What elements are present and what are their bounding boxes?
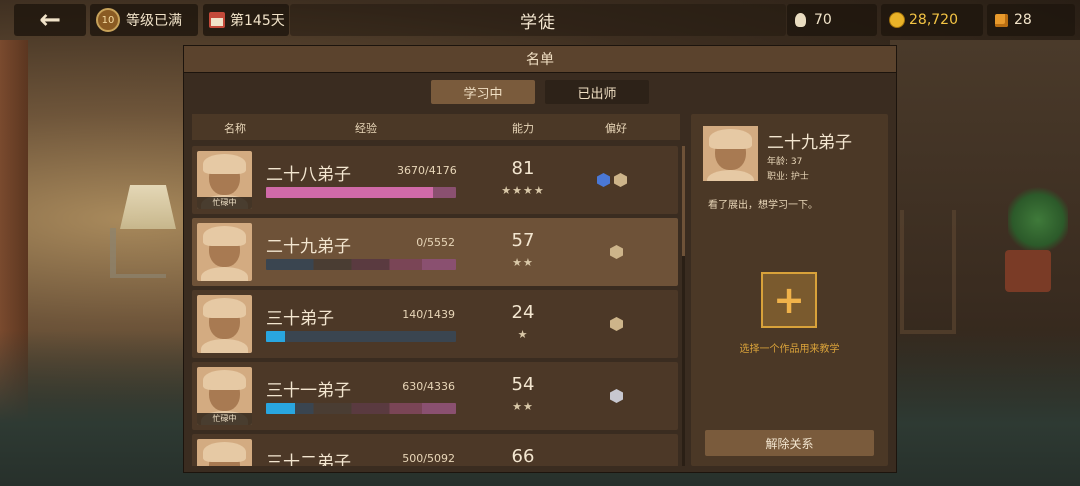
apprentice-panel: 名单 学习中 已出师 名称 经验 能力 偏好 忙碌中 二十八弟子 3670/41… [183,45,897,473]
tab-bar: 学习中 已出师 [431,80,649,104]
level-status: 等级已满 [126,13,182,29]
ability-value: 66 [511,446,535,466]
preference-icons [597,173,627,187]
star-rating: ★★ [512,256,534,269]
apprentice-row[interactable]: 忙碌中 三十一弟子 630/4336 54 ★★ [192,362,678,430]
apprentice-name: 三十一弟子 [266,381,351,401]
gold-hexagon-icon [610,317,623,331]
apprentice-name: 三十弟子 [266,309,334,329]
apprentice-row[interactable]: 三十二弟子 500/5092 66 [192,434,678,466]
blue-hexagon-icon [597,173,610,187]
calendar-icon [209,12,225,28]
page-title-bar: 学徒 [290,4,786,36]
column-exp: 经验 [355,122,377,135]
avatar: 忙碌中 [197,367,252,425]
tab-graduated[interactable]: 已出师 [545,80,649,104]
star-rating: ★★ [512,400,534,413]
exp-bar-fill [266,331,285,342]
column-name: 名称 [224,122,246,135]
page-title: 学徒 [520,12,556,33]
apprentice-detail: 二十九弟子 年龄: 37 职业: 护士 看了展出，想学习一下。 + 选择一个作品… [691,114,888,466]
potted-plant [1008,185,1068,255]
cubes-value: 28 [1014,12,1032,28]
plant-pot [1005,250,1051,292]
exp-bar [266,331,456,342]
exp-bar [266,187,456,198]
apprentice-name: 二十八弟子 [266,165,351,185]
gold-hexagon-icon [610,245,623,259]
day-count: 第145天 [230,13,285,29]
ability-value: 81 [511,158,535,179]
tab-studying[interactable]: 学习中 [431,80,535,104]
coin-icon [889,12,905,28]
coins-counter: 28,720 [881,4,983,36]
busy-tag: 忙碌中 [197,413,252,425]
level-indicator: 10 等级已满 [90,4,198,36]
avatar: 忙碌中 [197,151,252,209]
panel-header: 名单 [184,46,896,73]
detail-avatar [703,126,758,181]
lightbulb-icon [795,13,806,27]
cube-icon [995,13,1008,27]
silver-hexagon-icon [610,389,623,403]
dismiss-button[interactable]: 解除关系 [705,430,874,456]
ideas-value: 70 [814,12,832,28]
wall-lamp-arm [110,228,166,278]
cubes-counter: 28 [987,4,1075,36]
coins-value: 28,720 [909,12,958,28]
add-work-button[interactable]: + [761,272,817,328]
detail-job: 职业: 护士 [767,172,809,182]
list-scrollbar[interactable] [682,146,685,466]
exp-bar [266,259,456,270]
detail-age: 年龄: 37 [767,157,803,167]
plus-icon: + [773,278,805,322]
ability-value: 54 [511,374,535,395]
column-ability: 能力 [512,122,534,135]
back-arrow-icon: ← [39,5,61,35]
list-column-header: 名称 经验 能力 偏好 [192,114,680,140]
apprentice-name: 三十二弟子 [266,453,351,466]
ideas-counter: 70 [787,4,877,36]
ability-value: 57 [511,230,535,251]
avatar [197,439,252,466]
wall-lamp-shade [120,185,176,229]
scrollbar-thumb[interactable] [682,146,685,256]
exp-value: 3670/4176 [397,164,457,177]
level-badge-icon: 10 [96,8,120,32]
background-shelf [900,210,956,334]
avatar [197,223,252,281]
exp-bar-fill [266,403,295,414]
apprentice-row[interactable]: 二十九弟子 0/5552 57 ★★ [192,218,678,286]
detail-description: 看了展出，想学习一下。 [708,200,818,211]
preference-icons [610,317,623,331]
preference-icons [610,389,623,403]
apprentice-row[interactable]: 忙碌中 二十八弟子 3670/4176 81 ★★★★ [192,146,678,214]
exp-value: 500/5092 [402,452,455,465]
star-rating: ★★★★ [501,184,545,197]
avatar [197,295,252,353]
detail-name: 二十九弟子 [767,133,852,153]
star-rating: ★ [517,328,529,341]
preference-icons [610,245,623,259]
ability-value: 24 [511,302,535,323]
exp-value: 140/1439 [402,308,455,321]
column-preference: 偏好 [605,122,627,135]
apprentice-name: 二十九弟子 [266,237,351,257]
day-indicator: 第145天 [203,4,289,36]
apprentice-list: 忙碌中 二十八弟子 3670/4176 81 ★★★★ 二十九弟子 0/5552… [192,146,682,466]
add-work-hint: 选择一个作品用来教学 [739,344,840,355]
busy-tag: 忙碌中 [197,197,252,209]
apprentice-row[interactable]: 三十弟子 140/1439 24 ★ [192,290,678,358]
panel-title: 名单 [526,52,554,68]
exp-value: 630/4336 [402,380,455,393]
exp-value: 0/5552 [416,236,455,249]
exp-bar-fill [266,187,434,198]
gold-hexagon-icon [614,173,627,187]
exp-bar [266,403,456,414]
top-bar: ← 10 等级已满 第145天 学徒 70 28,720 28 [0,0,1080,40]
back-button[interactable]: ← [14,4,86,36]
